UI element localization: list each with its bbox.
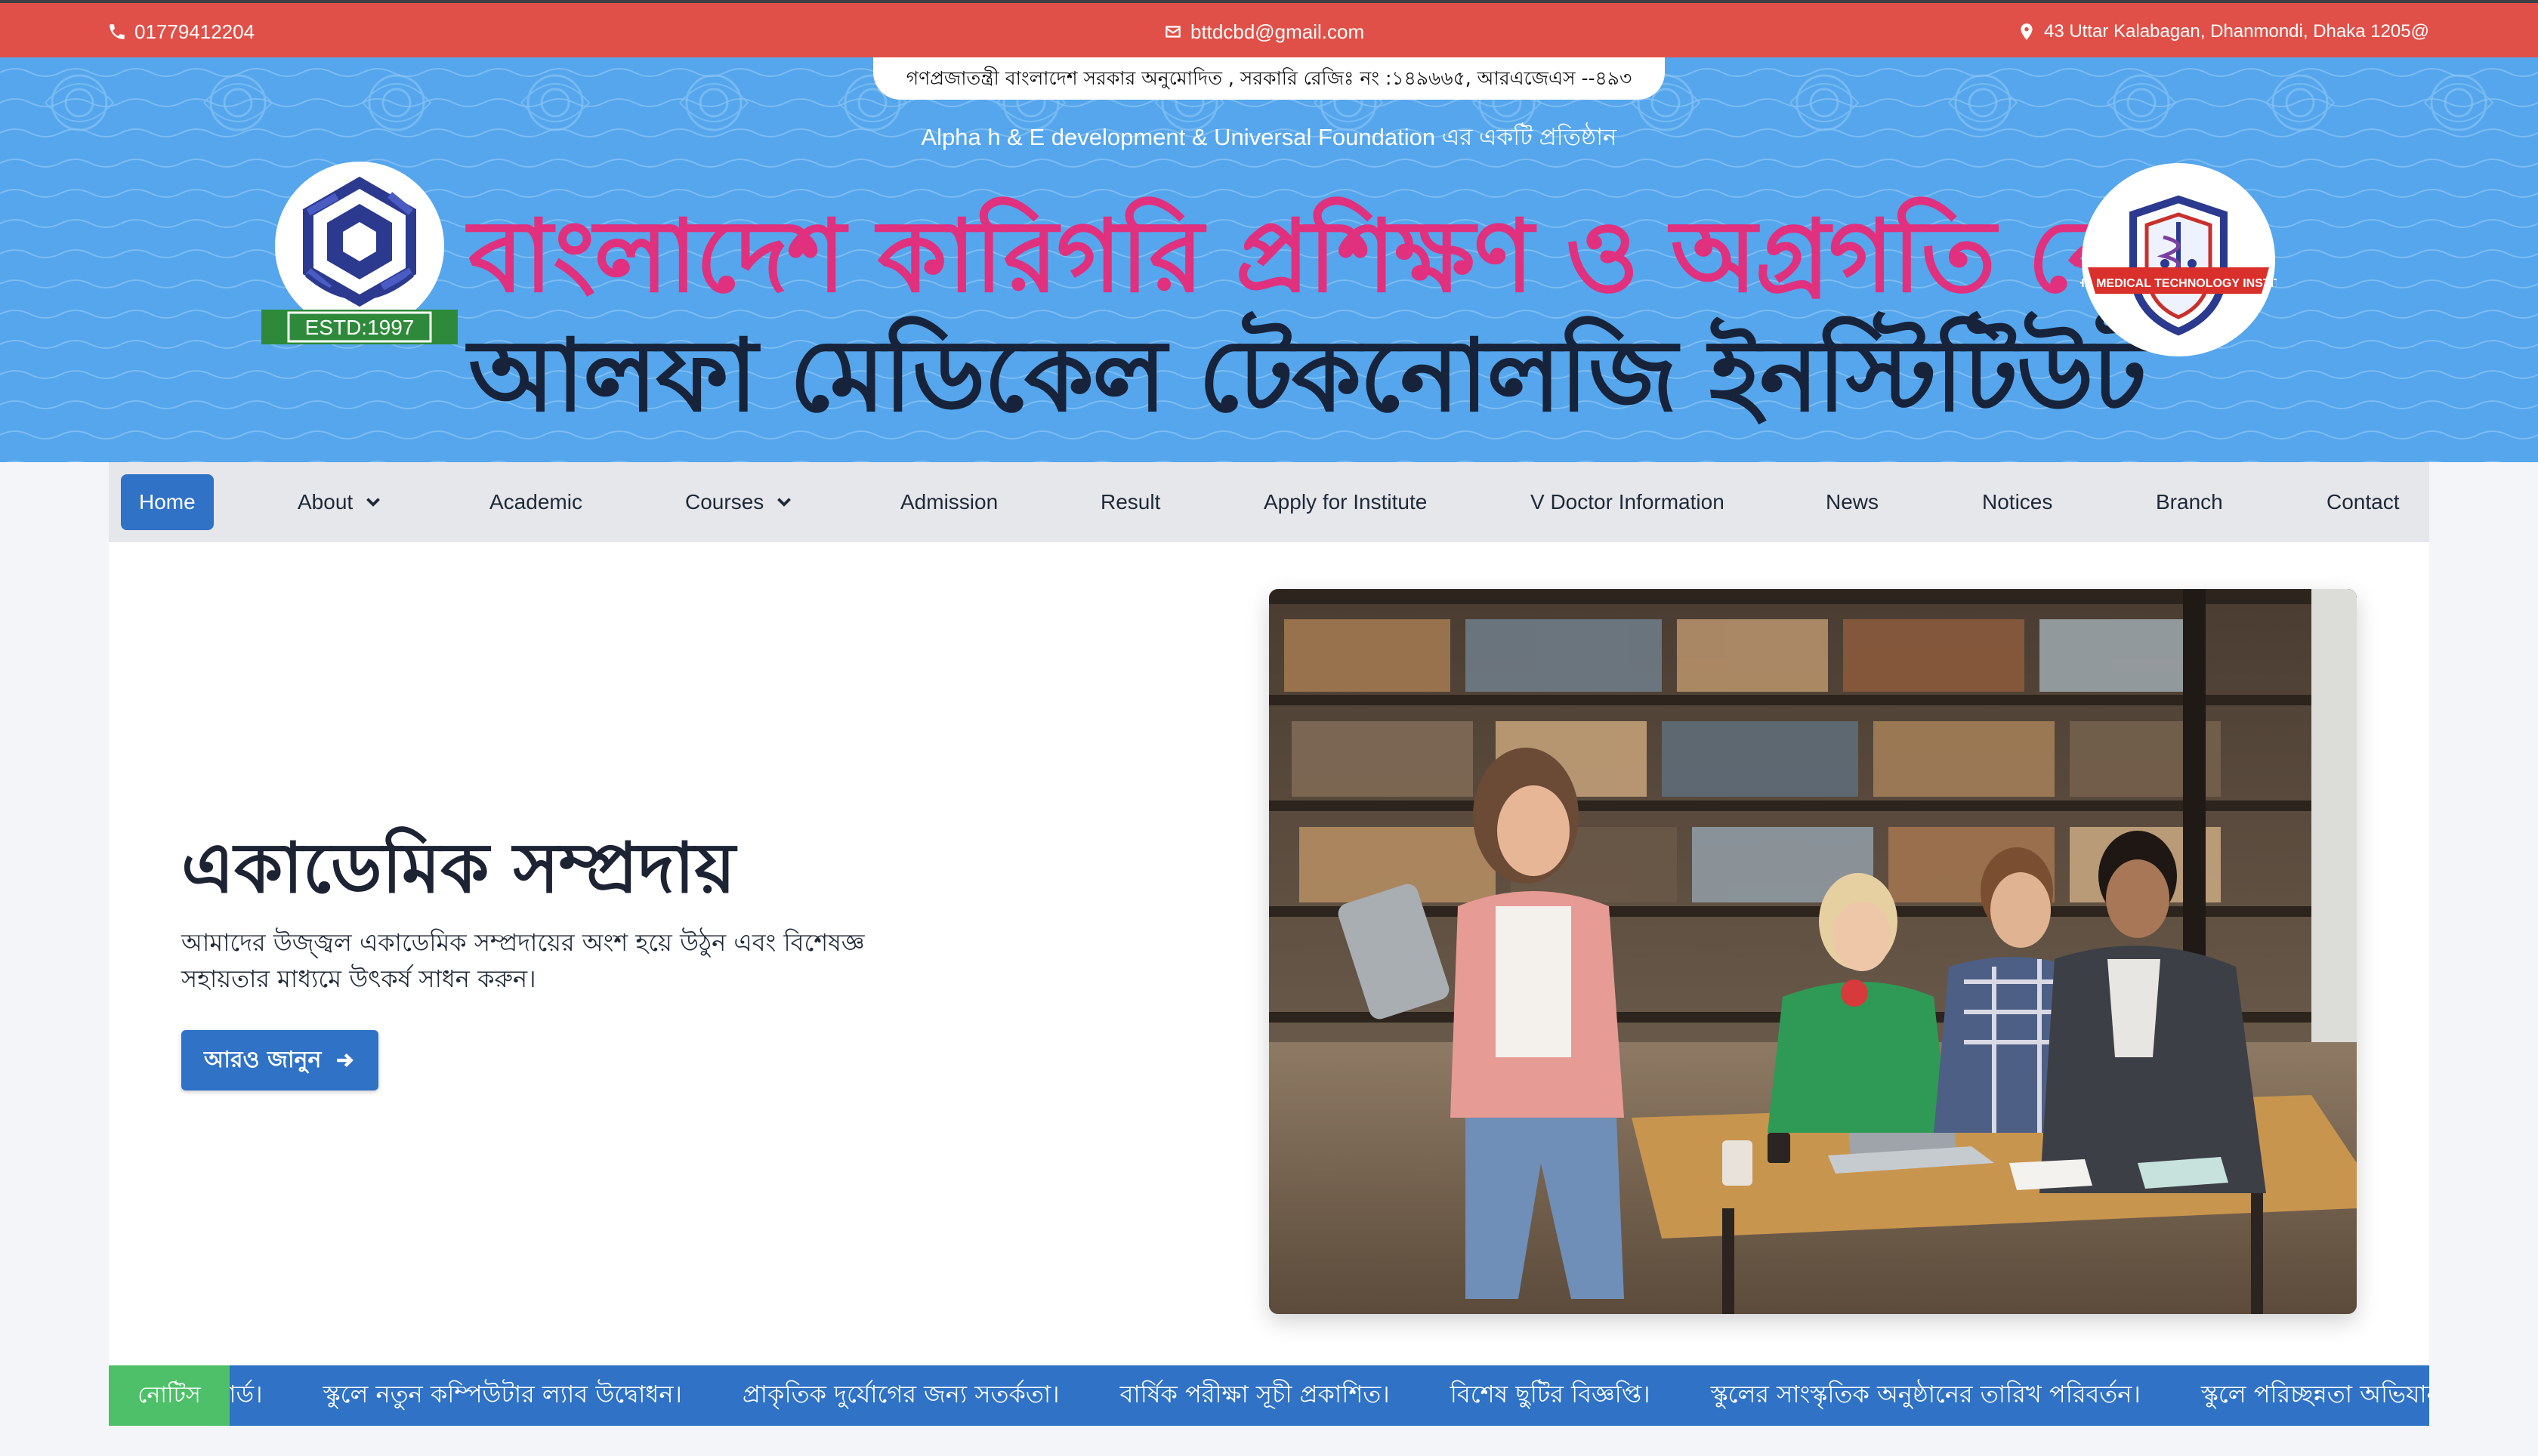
hero-image-students [1269, 589, 2357, 1314]
nav-about[interactable]: About [298, 462, 383, 542]
nav-home-label: Home [139, 490, 196, 514]
nav-result[interactable]: Result [1101, 462, 1160, 542]
nav-apply-label: Apply for Institute [1264, 490, 1428, 514]
phone-contact[interactable]: 01779412204 [107, 20, 255, 44]
nav-admission[interactable]: Admission [900, 462, 998, 542]
nav-branch[interactable]: Branch [2156, 462, 2223, 542]
nav-news[interactable]: News [1826, 462, 1879, 542]
nav-academic[interactable]: Academic [489, 462, 582, 542]
address-text: 43 Uttar Kalabagan, Dhanmondi, Dhaka 120… [2043, 21, 2429, 42]
ticker-item[interactable]: বার্ষিক পরীক্ষা সূচী প্রকাশিত। [1120, 1375, 1390, 1416]
estd-label: ESTD:1997 [305, 316, 415, 339]
ticker-item[interactable]: প্রাকৃতিক দুর্যোগের জন্য সতর্কতা। [743, 1375, 1060, 1416]
top-contact-bar: 01779412204 bttdcbd@gmail.com 43 Uttar K… [0, 0, 2538, 57]
notice-ticker: নোটিস রি কার্ড। স্কুলে নতুন কম্পিউটার ল্… [109, 1365, 2429, 1426]
phone-number: 01779412204 [134, 20, 255, 43]
hero-heading: একাডেমিক সম্প্রদায় [181, 828, 736, 908]
ticker-item[interactable]: স্কুলে নতুন কম্পিউটার ল্যাব উদ্বোধন। [323, 1375, 682, 1416]
parent-organization: Alpha h & E development & Universal Foun… [921, 124, 1617, 150]
nav-news-label: News [1826, 490, 1879, 514]
email-contact[interactable]: bttdcbd@gmail.com [1163, 20, 1364, 44]
map-pin-icon [2021, 23, 2033, 40]
nav-branch-label: Branch [2156, 490, 2223, 514]
nav-v-doctor-label: V Doctor Information [1530, 490, 1724, 514]
nav-courses-label: Courses [685, 490, 764, 514]
nav-result-label: Result [1101, 490, 1161, 514]
nav-v-doctor[interactable]: V Doctor Information [1530, 462, 1724, 542]
institute-title-main: আলফা মেডিকেল টেকনোলজি ইনস্টিটিউট [468, 318, 2147, 434]
institute-logo-left[interactable]: ESTD:1997 [258, 162, 461, 358]
nav-contact[interactable]: Contact [2326, 462, 2400, 542]
nav-admission-label: Admission [900, 490, 999, 514]
nav-home[interactable]: Home [121, 474, 214, 530]
ticker-item[interactable]: বিশেষ ছুটির বিজ্ঞপ্তি। [1450, 1375, 1650, 1416]
phone-icon [110, 24, 125, 39]
address-contact: 43 Uttar Kalabagan, Dhanmondi, Dhaka 120… [2017, 20, 2429, 44]
nav-about-label: About [298, 490, 354, 514]
ticker-label: নোটিস [109, 1365, 230, 1426]
ticker-item[interactable]: স্কুলে পরিচ্ছন্নতা অভিযান। [2201, 1375, 2429, 1416]
institute-logo-right[interactable]: ALPHA MEDICAL TECHNOLOGY INSTITUTE [2052, 162, 2305, 358]
govt-approval-notice: গণপ্রজাতন্ত্রী বাংলাদেশ সরকার অনুমোদিত ,… [873, 57, 1665, 100]
nav-notices[interactable]: Notices [1982, 462, 2052, 542]
main-navigation: Home About Academic Courses Admission Re… [109, 462, 2429, 542]
email-address: bttdcbd@gmail.com [1190, 20, 1365, 43]
header-banner: গণপ্রজাতন্ত্রী বাংলাদেশ সরকার অনুমোদিত ,… [0, 57, 2538, 462]
hero-description: আমাদের উজ্জ্বল একাডেমিক সম্প্রদায়ের অংশ… [181, 928, 865, 993]
hero-section: একাডেমিক সম্প্রদায় আমাদের উজ্জ্বল একাডে… [109, 542, 2429, 1365]
learn-more-button[interactable]: আরও জানুন [181, 1030, 379, 1090]
nav-notices-label: Notices [1982, 490, 2053, 514]
learn-more-label: আরও জানুন [204, 1046, 322, 1073]
ticker-item[interactable]: স্কুলের সাংস্কৃতিক অনুষ্ঠানের তারিখ পরিব… [1711, 1375, 2141, 1416]
nav-academic-label: Academic [489, 490, 582, 514]
nav-courses[interactable]: Courses [685, 462, 794, 542]
nav-apply-institute[interactable]: Apply for Institute [1264, 462, 1427, 542]
chevron-down-icon [366, 498, 381, 507]
envelope-icon [1166, 26, 1181, 38]
chevron-down-icon [777, 498, 792, 507]
logo-right-text: ALPHA MEDICAL TECHNOLOGY INSTITUTE [2080, 277, 2277, 290]
nav-contact-label: Contact [2326, 490, 2400, 514]
ticker-track: রি কার্ড। স্কুলে নতুন কম্পিউটার ল্যাব উদ… [184, 1365, 2429, 1426]
arrow-right-icon [337, 1053, 354, 1068]
